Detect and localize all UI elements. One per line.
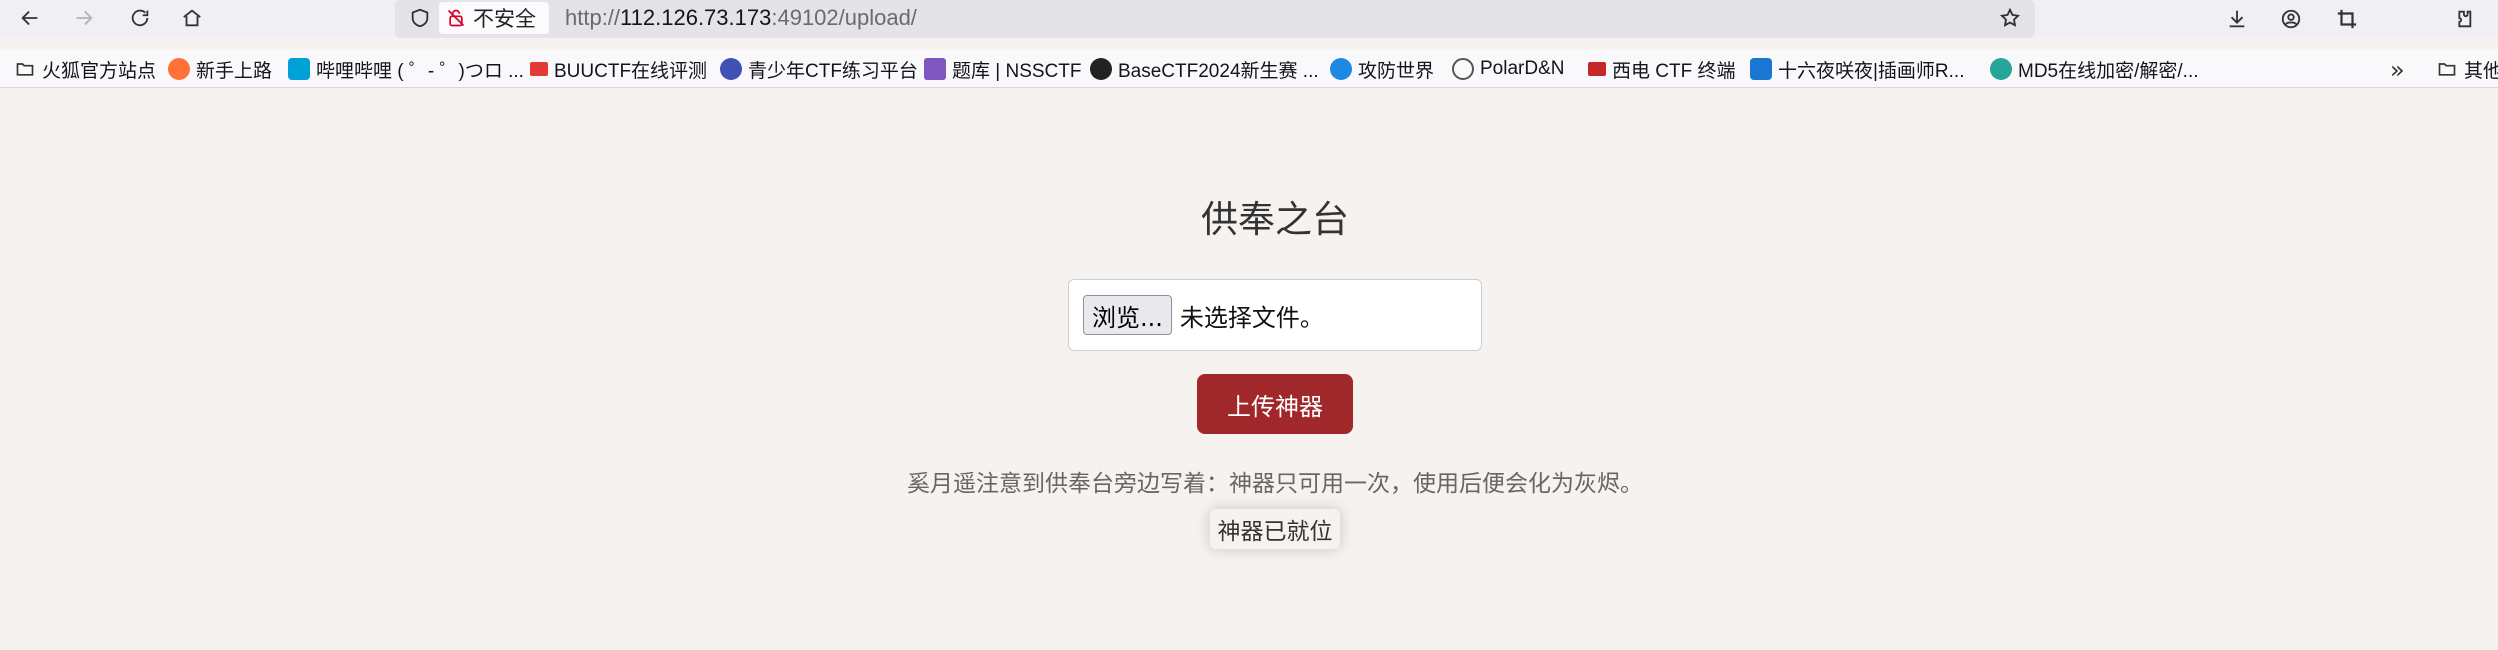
bookmark-label: 题库 | NSSCTF (952, 60, 1082, 82)
bookmark-label: 十六夜咲夜|插画师R... (1778, 60, 1965, 82)
crop-icon[interactable] (2332, 4, 2362, 34)
folder-icon (14, 58, 36, 80)
bookmark-star-icon[interactable] (1997, 5, 2023, 31)
bookmark-label: BaseCTF2024新生赛 ... (1118, 60, 1319, 82)
bookmark-item[interactable]: 火狐官方站点 (14, 53, 156, 85)
hint-text: 奚月遥注意到供奉台旁边写着：神器只可用一次，使用后便会化为灰烬。 (907, 471, 1643, 497)
bookmark-item[interactable]: PolarD&N (1452, 53, 1564, 85)
folder-icon (2436, 58, 2458, 80)
bookmark-label: PolarD&N (1480, 58, 1565, 79)
bookmark-label: 攻防世界 (1358, 60, 1435, 82)
file-input[interactable]: 浏览... 未选择文件。 (1068, 279, 1482, 351)
bookmark-item[interactable]: 哔哩哔哩 ( ゜- ゜)つロ ... (288, 53, 524, 85)
bookmark-item[interactable]: 题库 | NSSCTF (924, 53, 1082, 85)
qsnctf-icon (720, 58, 742, 80)
downloads-icon[interactable] (2222, 4, 2252, 34)
url-host: 112.126.73.173 (620, 5, 772, 30)
bookmark-item[interactable]: 新手上路 (168, 53, 272, 85)
arrow-right-icon (76, 10, 93, 26)
bookmark-label: MD5在线加密/解密/... (2018, 60, 2199, 82)
home-button[interactable] (174, 0, 210, 36)
bookmark-item[interactable]: 西电 CTF 终端 (1588, 53, 1736, 85)
bookmark-label: 西电 CTF 终端 (1612, 60, 1736, 82)
basectf-icon (1090, 58, 1112, 80)
security-label: 不安全 (473, 8, 536, 31)
bookmark-label: BUUCTF在线评测 (554, 60, 708, 82)
url-path: :49102/upload/ (771, 5, 917, 30)
bilibili-icon (288, 58, 310, 80)
bookmark-label: 新手上路 (196, 60, 273, 82)
globe-icon (1452, 58, 1474, 80)
firefox-icon (168, 58, 190, 80)
bookmark-item[interactable]: 攻防世界 (1330, 53, 1434, 85)
upload-button[interactable]: 上传神器 (1197, 374, 1353, 434)
bookmark-item[interactable]: BUUCTF在线评测 (530, 53, 707, 85)
bookmark-item[interactable]: 其他 (2436, 53, 2498, 85)
security-indicator[interactable]: 不安全 (439, 2, 549, 34)
nssctf-icon (924, 58, 946, 80)
forward-button[interactable] (66, 0, 102, 36)
bookmark-item[interactable]: MD5在线加密/解密/... (1990, 53, 2199, 85)
bookmark-label: 哔哩哔哩 ( ゜- ゜)つロ ... (316, 60, 524, 82)
bookmark-label: 青少年CTF练习平台 (748, 60, 918, 82)
page-content: 供奉之台 浏览... 未选择文件。 上传神器 奚月遥注意到供奉台旁边写着：神器只… (0, 89, 2498, 650)
url-prefix: http:// (565, 5, 621, 30)
bookmark-label: 火狐官方站点 (42, 60, 157, 82)
xidian-icon (1588, 62, 1606, 76)
bookmark-label: 其他 (2464, 60, 2498, 82)
reload-icon (131, 9, 149, 27)
extensions-icon[interactable] (2448, 4, 2478, 34)
home-icon (183, 9, 201, 27)
bookmark-item[interactable]: 青少年CTF练习平台 (720, 53, 918, 85)
md5-icon (1990, 58, 2012, 80)
arrow-left-icon (21, 10, 38, 26)
account-icon[interactable] (2276, 4, 2306, 34)
page-title: 供奉之台 (1201, 198, 1349, 241)
url-bar[interactable]: 不安全 http://112.126.73.173:49102/upload/ (395, 0, 2035, 38)
bing-icon (1750, 58, 1772, 80)
tracking-shield-icon[interactable] (407, 5, 433, 31)
buuctf-icon (530, 62, 548, 76)
status-badge: 神器已就位 (1210, 509, 1340, 549)
chevron-double-right-icon[interactable]: » (2390, 56, 2405, 84)
bookmarks-bar: 火狐官方站点 新手上路 哔哩哔哩 ( ゜- ゜)つロ ... BUUCTF在线评… (0, 50, 2498, 88)
browse-button[interactable]: 浏览... (1083, 295, 1172, 335)
reload-button[interactable] (122, 0, 158, 36)
url-text[interactable]: http://112.126.73.173:49102/upload/ (565, 5, 917, 31)
file-status-label: 未选择文件。 (1179, 303, 1324, 332)
browser-toolbar: 不安全 http://112.126.73.173:49102/upload/ (0, 0, 2498, 38)
back-button[interactable] (12, 0, 48, 36)
bookmark-item[interactable]: 十六夜咲夜|插画师R... (1750, 53, 1965, 85)
bookmark-item[interactable]: BaseCTF2024新生赛 ... (1090, 53, 1319, 85)
adworld-icon (1330, 58, 1352, 80)
insecure-lock-icon (445, 7, 467, 29)
